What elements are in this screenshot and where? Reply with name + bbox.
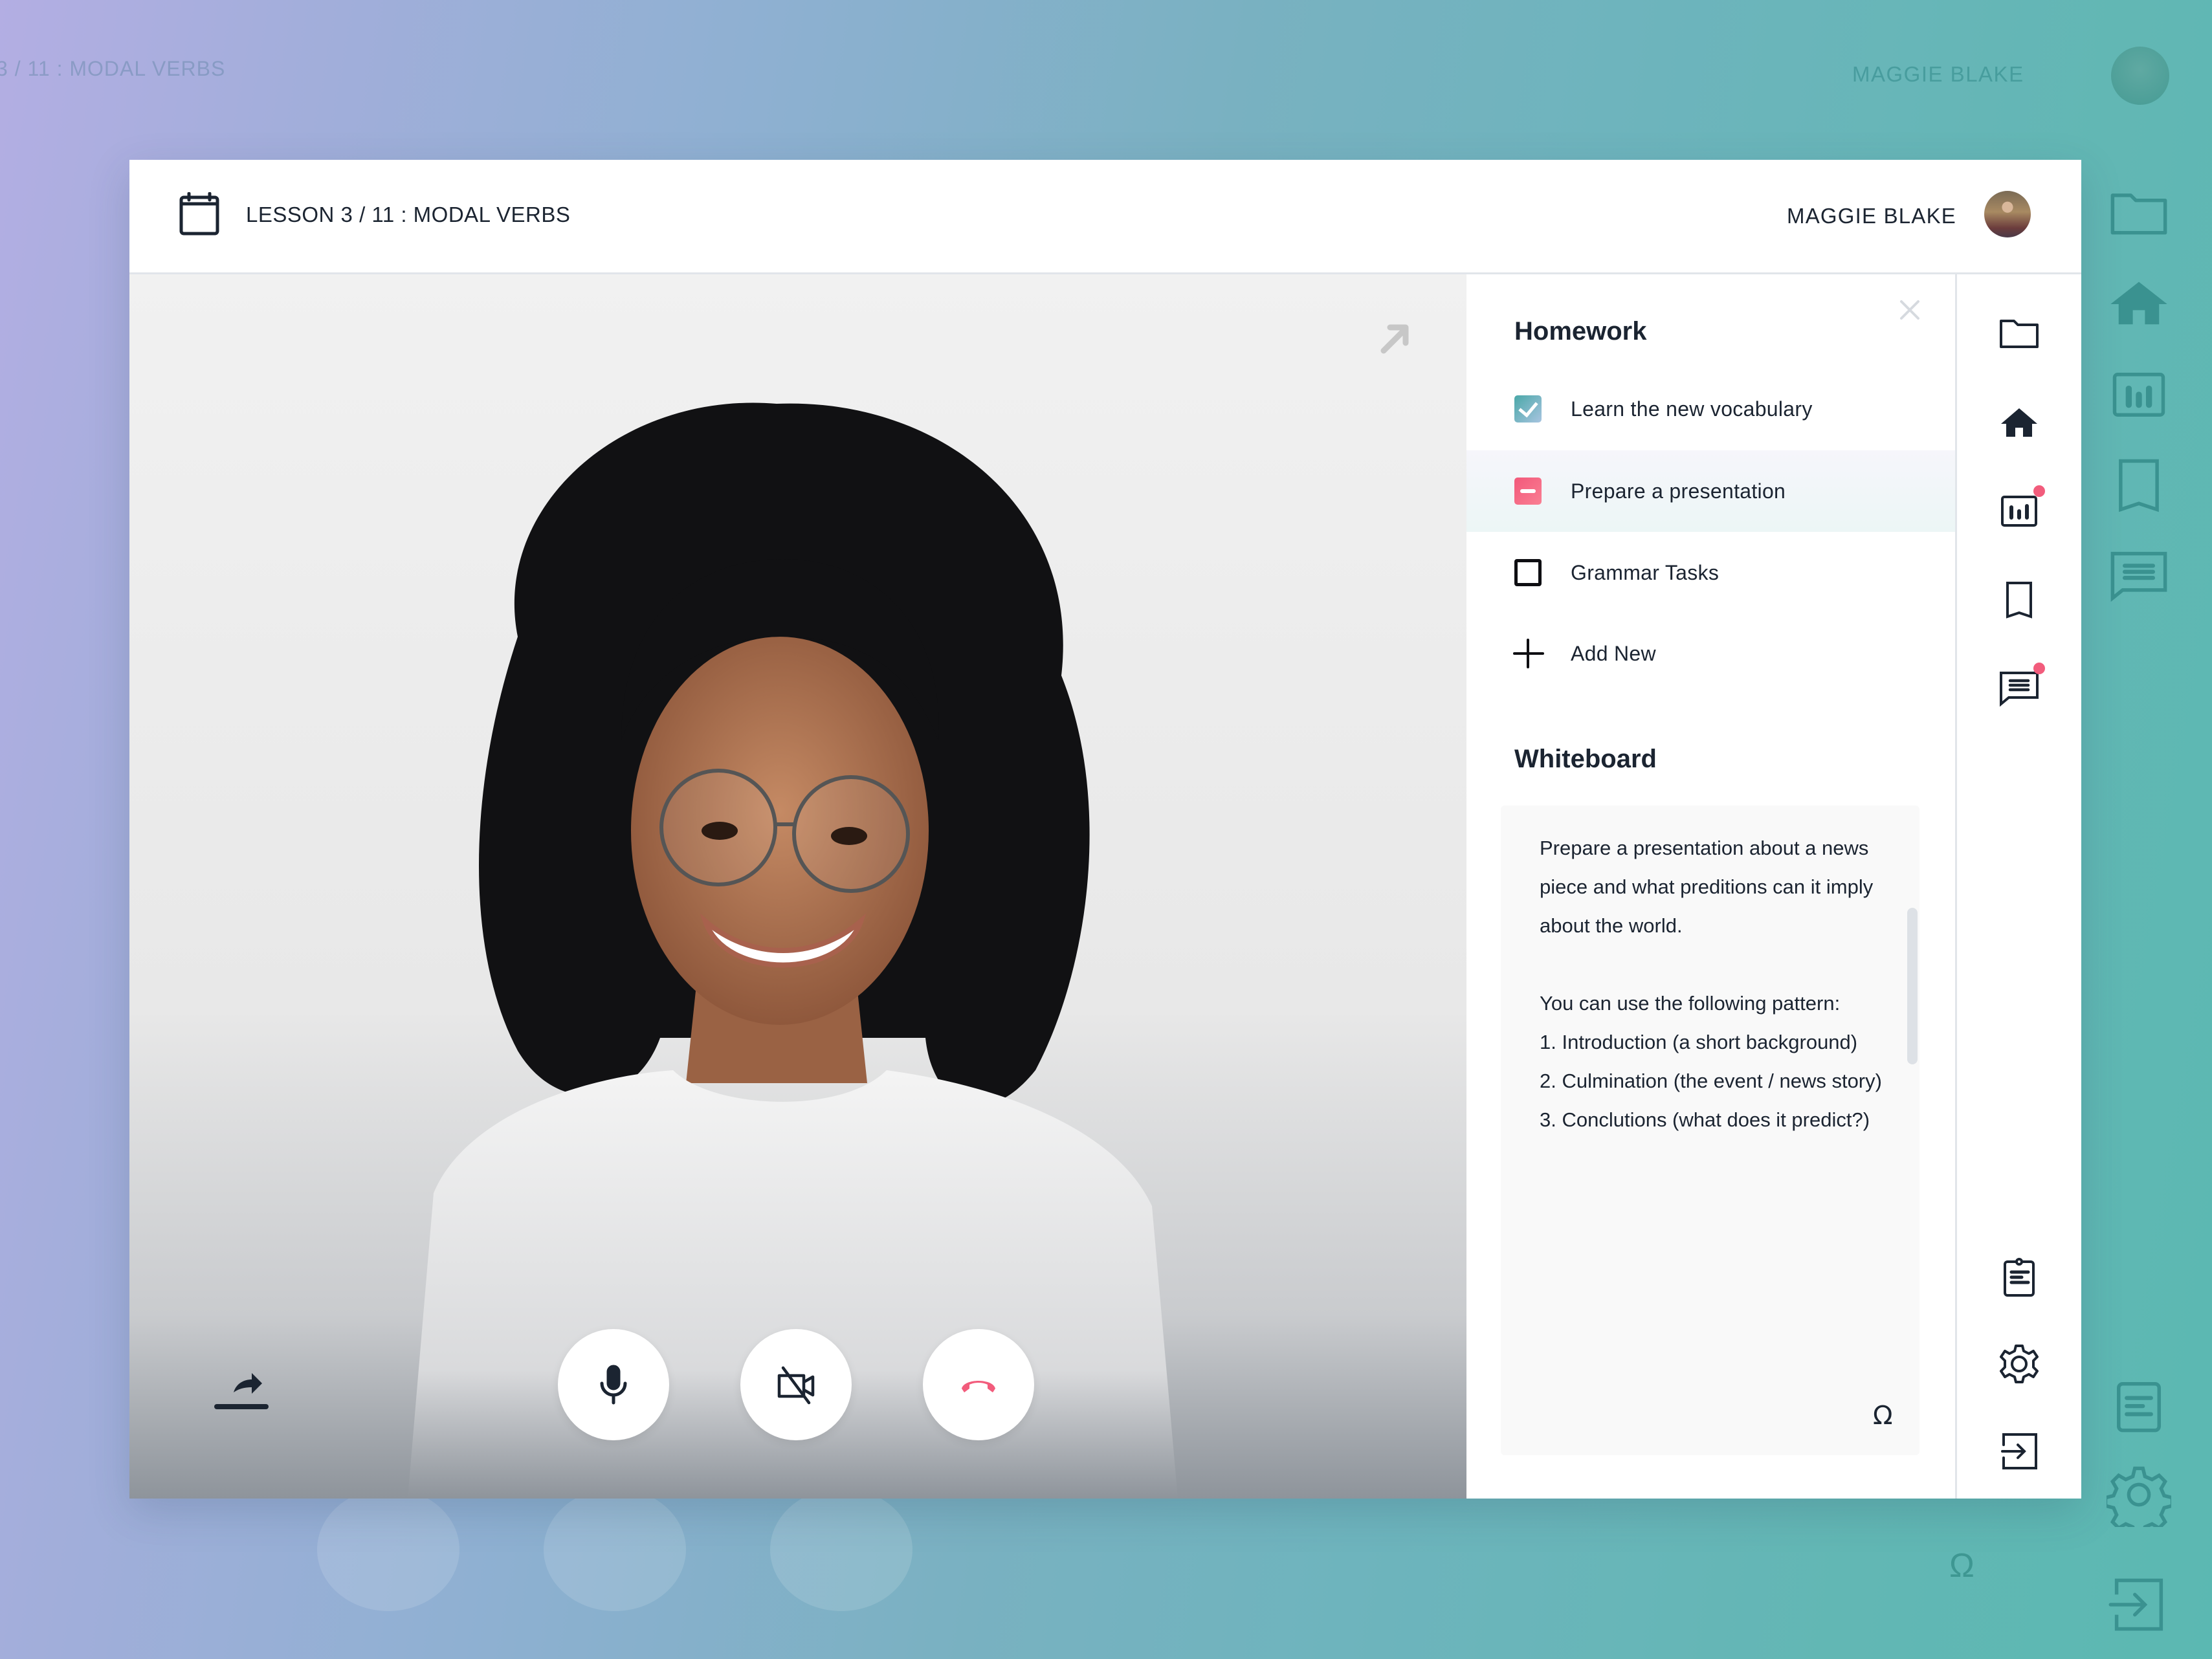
whiteboard-scrollbar[interactable] (1907, 908, 1918, 1064)
ghost-end-call-button (770, 1488, 912, 1611)
microphone-button[interactable] (558, 1329, 669, 1440)
ghost-home-icon (2107, 272, 2171, 336)
ghost-lesson-title: N 3 / 11 : MODAL VERBS (0, 57, 226, 80)
gear-icon (2000, 1345, 2039, 1383)
video-frame (129, 274, 1466, 1499)
rail-messages[interactable] (1998, 663, 2045, 709)
special-characters-icon[interactable]: Ω (1873, 1401, 1893, 1431)
add-new-label: Add New (1571, 641, 1656, 665)
ghost-chat-icon (2107, 544, 2171, 608)
ghost-bookmark-icon (2107, 453, 2171, 518)
add-new-button[interactable]: Add New (1466, 613, 1955, 694)
plus-icon (1513, 639, 1544, 668)
lesson-window: LESSON 3 / 11 : MODAL VERBS MAGGIE BLAKE (129, 160, 2081, 1499)
ghost-camera-button (544, 1488, 686, 1611)
notification-badge (2033, 663, 2045, 674)
share-screen-icon[interactable] (210, 1368, 272, 1413)
homework-item[interactable]: Prepare a presentation (1466, 450, 1955, 532)
rail-notes[interactable] (1998, 1257, 2040, 1298)
ghost-gear-icon (2103, 1462, 2174, 1537)
chart-icon (2001, 496, 2037, 527)
rail-settings[interactable] (1998, 1343, 2040, 1385)
homework-item[interactable]: Grammar Tasks (1466, 532, 1955, 613)
checkbox-in-progress[interactable] (1514, 478, 1542, 505)
whiteboard-title: Whiteboard (1514, 745, 1657, 773)
end-call-button[interactable] (923, 1329, 1034, 1440)
close-icon[interactable] (1899, 299, 1921, 321)
hang-up-icon (962, 1381, 995, 1392)
ghost-folder-icon (2107, 181, 2171, 246)
ghost-omega: Ω (1949, 1547, 1974, 1585)
homework-item-label: Learn the new vocabulary (1571, 397, 1813, 421)
notification-badge (2033, 485, 2045, 497)
calendar-icon (179, 192, 219, 236)
homework-item[interactable]: Learn the new vocabulary (1466, 368, 1955, 450)
side-panel: Homework Learn the new vocabulary Prepar… (1466, 274, 1955, 1499)
microphone-icon (600, 1365, 627, 1405)
video-feed (129, 274, 1466, 1499)
camera-off-icon (777, 1366, 815, 1405)
ghost-clipboard-icon (2107, 1372, 2171, 1436)
homework-title: Homework (1514, 317, 1647, 346)
whiteboard-text[interactable]: Prepare a presentation about a news piec… (1540, 829, 1902, 1139)
ghost-user-name: MAGGIE BLAKE (1852, 62, 2024, 86)
header: LESSON 3 / 11 : MODAL VERBS MAGGIE BLAKE (129, 160, 2081, 274)
ghost-logout-icon (2107, 1572, 2171, 1637)
expand-icon[interactable] (1377, 321, 1413, 357)
logout-icon (2001, 1433, 2037, 1469)
rail-logout[interactable] (1998, 1431, 2040, 1472)
whiteboard-textarea[interactable]: Prepare a presentation about a news piec… (1501, 806, 1919, 1455)
avatar[interactable] (1984, 191, 2031, 237)
lesson-title: LESSON 3 / 11 : MODAL VERBS (246, 203, 571, 226)
clipboard-icon (2004, 1258, 2035, 1297)
homework-item-label: Grammar Tasks (1571, 560, 1720, 584)
ghost-avatar (2111, 47, 2169, 105)
ghost-chart-icon (2107, 362, 2171, 427)
bookmark-icon (2006, 582, 2032, 619)
homework-item-label: Prepare a presentation (1571, 479, 1786, 503)
camera-toggle-button[interactable] (740, 1329, 852, 1440)
right-icon-rail (1955, 274, 2081, 1499)
checkbox-checked[interactable] (1514, 395, 1542, 423)
rail-bookmarks[interactable] (1998, 579, 2040, 621)
folder-icon (2000, 320, 2039, 348)
rail-files[interactable] (1998, 313, 2040, 355)
rail-home[interactable] (1998, 402, 2040, 443)
user-name[interactable]: MAGGIE BLAKE (1787, 204, 1956, 228)
rail-stats[interactable] (1998, 485, 2045, 532)
ghost-mic-button (317, 1488, 459, 1611)
chat-icon (2000, 672, 2039, 707)
home-icon (2001, 408, 2037, 437)
checkbox-unchecked[interactable] (1514, 559, 1542, 586)
